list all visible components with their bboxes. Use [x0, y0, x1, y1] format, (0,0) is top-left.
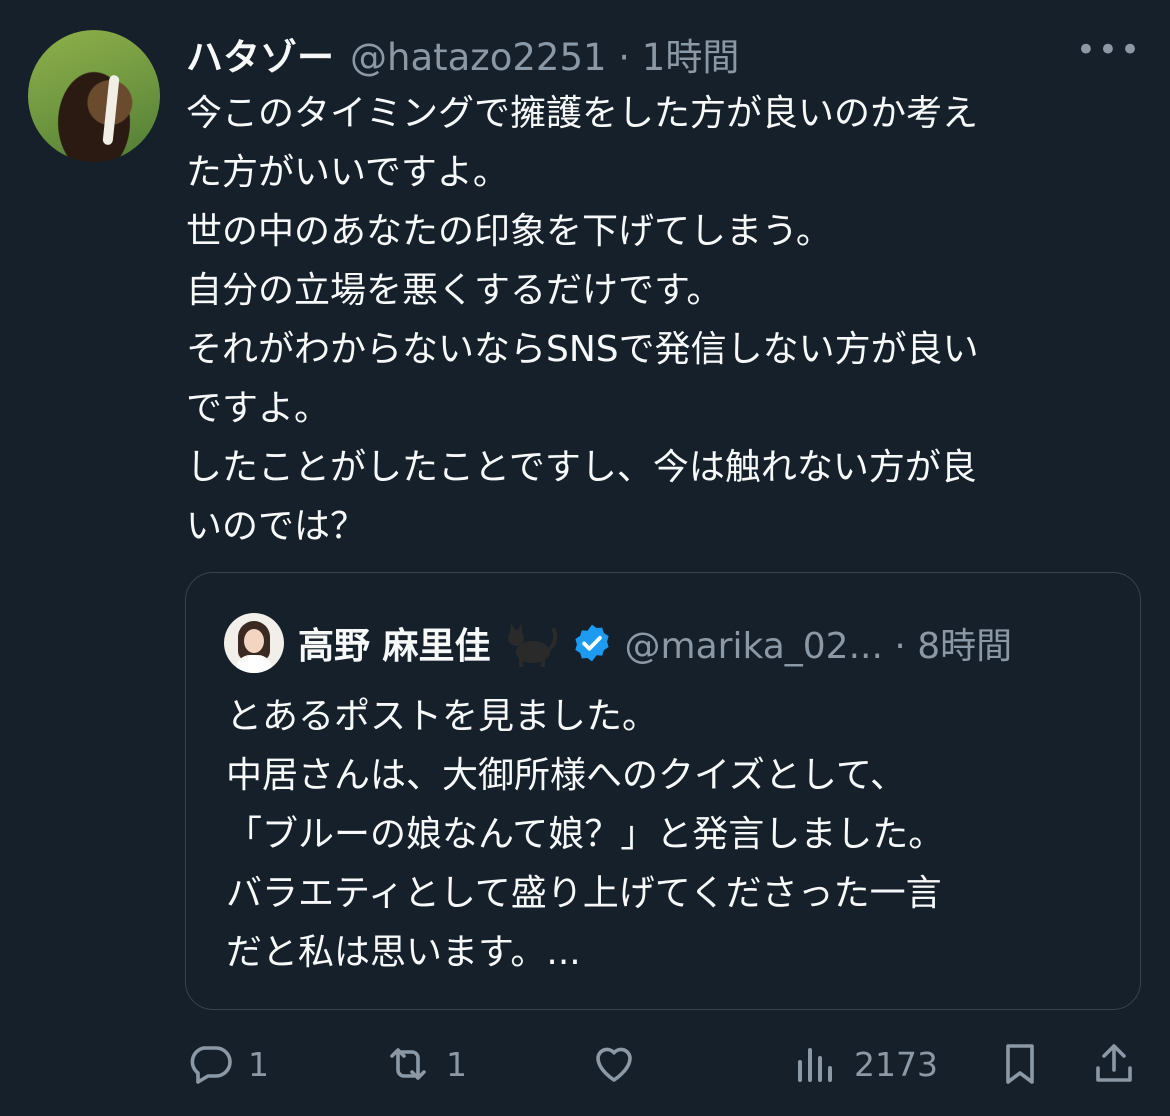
- quoted-line: バラエティとして盛り上げてくださった一言: [226, 873, 942, 914]
- quoted-author-avatar[interactable]: [224, 613, 284, 673]
- author-avatar[interactable]: [28, 30, 160, 162]
- views-chart-icon: [798, 1048, 832, 1082]
- tweet-line: したことがしたことですし、今は触れない方が良: [186, 447, 977, 488]
- tweet-line: それがわからないならSNSで発信しない方が良い: [186, 329, 979, 370]
- more-options-icon[interactable]: •••: [1076, 30, 1142, 70]
- share-icon: [1096, 1044, 1132, 1082]
- heart-icon: [596, 1047, 632, 1082]
- retweet-count: 1: [446, 1044, 467, 1084]
- bookmark-button[interactable]: [996, 1034, 1044, 1094]
- reply-button[interactable]: 1: [186, 1034, 269, 1094]
- tweet-line: 自分の立場を悪くするだけです。: [186, 270, 723, 311]
- retweet-button[interactable]: 1: [384, 1034, 467, 1094]
- tweet-line: 今このタイミングで擁護をした方が良いのか考え: [186, 93, 979, 134]
- bookmark-icon: [1006, 1044, 1034, 1084]
- quoted-author-name[interactable]: 高野 麻里佳: [298, 617, 491, 669]
- verified-badge-icon: [574, 624, 609, 662]
- tweet-header: ハタゾー @hatazo2251 · 1時間: [186, 26, 739, 82]
- black-cat-icon: [507, 623, 557, 667]
- quoted-line: 「ブルーの娘なんて娘？」と発言しました。: [226, 814, 945, 855]
- quoted-tweet-header: 高野 麻里佳 @marika_02... · 8時間: [224, 613, 1013, 673]
- author-name[interactable]: ハタゾー: [186, 27, 334, 81]
- tweet-body: 今このタイミングで擁護をした方が良いのか考え た方がいいですよ。 世の中のあなた…: [186, 84, 1136, 556]
- quoted-line: だと私は思います。...: [226, 932, 581, 973]
- views-button[interactable]: 2173: [792, 1034, 938, 1094]
- tweet-action-bar: 1 1 2173: [186, 1034, 1140, 1094]
- views-count: 2173: [854, 1044, 938, 1084]
- retweet-icon: [390, 1048, 426, 1080]
- like-button[interactable]: [590, 1034, 652, 1094]
- share-button[interactable]: [1090, 1034, 1138, 1094]
- quoted-line: 中居さんは、大御所様へのクイズとして、: [226, 755, 907, 796]
- tweet-line: た方がいいですよ。: [186, 152, 509, 193]
- reply-count: 1: [248, 1044, 269, 1084]
- tweet-line: いのでは？: [186, 506, 367, 547]
- tweet-line: ですよ。: [186, 388, 331, 429]
- tweet-line: 世の中のあなたの印象を下げてしまう。: [186, 211, 832, 252]
- quoted-tweet-body: とあるポストを見ました。 中居さんは、大御所様へのクイズとして、 「ブルーの娘な…: [226, 687, 1106, 982]
- quoted-line: とあるポストを見ました。: [226, 696, 659, 737]
- quoted-author-handle-time[interactable]: @marika_02... · 8時間: [625, 617, 1013, 669]
- author-handle-time[interactable]: @hatazo2251 · 1時間: [350, 27, 739, 81]
- quoted-tweet-card[interactable]: 高野 麻里佳 @marika_02... · 8時間 とあるポストを見ました。 …: [185, 572, 1141, 1010]
- reply-icon: [190, 1046, 232, 1084]
